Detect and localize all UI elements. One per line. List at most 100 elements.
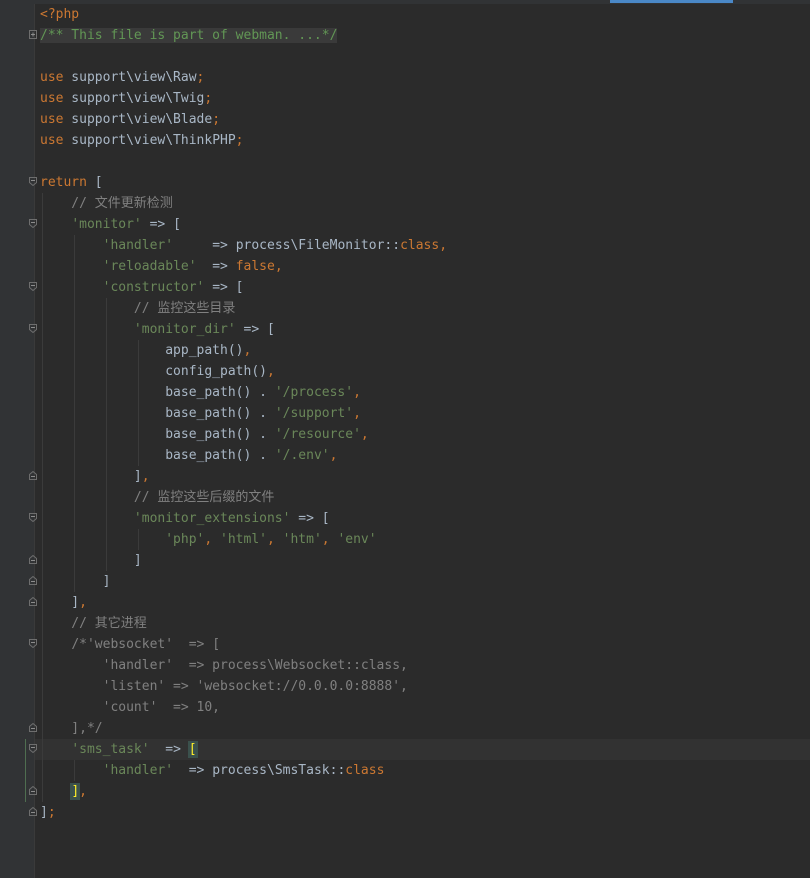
indent-guide (42, 382, 43, 403)
indent-guide (74, 382, 75, 403)
indent-guide (138, 382, 139, 403)
code-text: 'reloadable' => false, (102, 259, 283, 274)
indent-guide (74, 256, 75, 277)
indent-guide (106, 529, 107, 550)
code-text: base_path() . '/resource', (40, 427, 369, 442)
code-line[interactable]: return [ (0, 172, 810, 193)
code-text: ], (70, 783, 87, 800)
code-text: ], (40, 469, 150, 484)
code-line[interactable]: ], (0, 592, 810, 613)
indent-guide (74, 445, 75, 466)
fold-end-icon[interactable] (29, 555, 37, 564)
code-editor[interactable]: <?php /** This file is part of webman. .… (0, 0, 810, 878)
code-line[interactable]: ]; (0, 802, 810, 823)
fold-end-icon[interactable] (29, 807, 37, 816)
fold-collapse-icon[interactable] (29, 744, 37, 753)
code-line[interactable]: // 其它进程 (0, 613, 810, 634)
code-line[interactable]: ], (0, 466, 810, 487)
fold-end-icon[interactable] (29, 723, 37, 732)
code-line[interactable]: use support\view\ThinkPHP; (0, 130, 810, 151)
code-line[interactable]: 'php', 'html', 'htm', 'env' (0, 529, 810, 550)
indent-guide (74, 571, 75, 592)
code-line[interactable]: 'monitor_extensions' => [ (0, 508, 810, 529)
code-text: 'constructor' => [ (102, 280, 244, 295)
use-statement: use support\view\ThinkPHP; (40, 133, 244, 148)
indent-guide (42, 235, 43, 256)
fold-end-icon[interactable] (29, 786, 37, 795)
fold-end-icon[interactable] (29, 576, 37, 585)
indent-guide (42, 424, 43, 445)
code-line[interactable]: 'sms_task' => [ (0, 739, 810, 760)
code-line[interactable]: base_path() . '/.env', (0, 445, 810, 466)
fold-collapse-icon[interactable] (29, 324, 37, 333)
horizontal-scrollbar-thumb[interactable] (610, 0, 733, 3)
indent-guide (42, 277, 43, 298)
code-line[interactable]: use support\view\Twig; (0, 88, 810, 109)
code-line[interactable]: ],*/ (0, 718, 810, 739)
code-line[interactable]: base_path() . '/support', (0, 403, 810, 424)
code-text: return [ (40, 175, 103, 190)
indent-guide (42, 697, 43, 718)
use-statement: use support\view\Blade; (40, 112, 221, 127)
code-text: 'monitor' => [ (71, 217, 181, 232)
code-lines[interactable]: <?php /** This file is part of webman. .… (0, 4, 810, 823)
code-line[interactable]: ] (0, 550, 810, 571)
indent-guide (106, 382, 107, 403)
code-line[interactable]: /** This file is part of webman. ...*/ (0, 25, 810, 46)
fold-collapse-icon[interactable] (29, 219, 37, 228)
code-line[interactable] (0, 46, 810, 67)
code-text: ], (40, 595, 87, 610)
indent-guide (42, 781, 43, 802)
use-statement: use support\view\Twig; (40, 91, 213, 106)
indent-guide (42, 592, 43, 613)
code-text: base_path() . '/process', (40, 385, 361, 400)
code-line[interactable] (0, 151, 810, 172)
code-line[interactable]: 'count' => 10, (0, 697, 810, 718)
code-line[interactable]: 'handler' => process\SmsTask::class (0, 760, 810, 781)
php-open-tag: <?php (40, 7, 80, 22)
code-line[interactable]: /*'websocket' => [ (0, 634, 810, 655)
code-text: ] (40, 574, 111, 589)
code-line[interactable]: base_path() . '/resource', (0, 424, 810, 445)
fold-end-icon[interactable] (29, 471, 37, 480)
editor-empty-area[interactable] (35, 823, 810, 878)
indent-guide (74, 508, 75, 529)
bracket-match-open: [ (187, 741, 198, 758)
code-line[interactable]: ] (0, 571, 810, 592)
code-line[interactable]: 'handler' => process\FileMonitor::class, (0, 235, 810, 256)
indent-guide (42, 550, 43, 571)
code-line[interactable]: base_path() . '/process', (0, 382, 810, 403)
fold-end-icon[interactable] (29, 597, 37, 606)
indent-guide (74, 277, 75, 298)
fold-expand-icon[interactable] (29, 30, 37, 39)
code-line[interactable]: 'monitor_dir' => [ (0, 319, 810, 340)
fold-collapse-icon[interactable] (29, 513, 37, 522)
code-line[interactable]: // 监控这些后缀的文件 (0, 487, 810, 508)
code-text: // 文件更新检测 (40, 196, 173, 211)
code-line[interactable]: // 监控这些目录 (0, 298, 810, 319)
code-line[interactable]: <?php (0, 4, 810, 25)
code-line[interactable]: config_path(), (0, 361, 810, 382)
fold-collapse-icon[interactable] (29, 282, 37, 291)
code-line[interactable]: 'listen' => 'websocket://0.0.0.0:8888', (0, 676, 810, 697)
code-line[interactable]: app_path(), (0, 340, 810, 361)
code-line[interactable]: 'constructor' => [ (0, 277, 810, 298)
code-line[interactable]: use support\view\Raw; (0, 67, 810, 88)
code-line[interactable]: use support\view\Blade; (0, 109, 810, 130)
fold-collapse-icon[interactable] (29, 177, 37, 186)
indent-guide (42, 718, 43, 739)
bracket-match-close: ] (70, 783, 81, 800)
code-text: 'handler' => process\Websocket::class, (40, 658, 408, 673)
code-text: 'sms_task' => [ (71, 741, 198, 758)
code-line[interactable]: ], (0, 781, 810, 802)
code-line[interactable]: // 文件更新检测 (0, 193, 810, 214)
code-text: ],*/ (40, 721, 103, 736)
code-line[interactable]: 'monitor' => [ (0, 214, 810, 235)
code-text: 'handler' => process\SmsTask::class (102, 763, 385, 778)
fold-collapse-icon[interactable] (29, 639, 37, 648)
code-line[interactable]: 'handler' => process\Websocket::class, (0, 655, 810, 676)
doc-comment-folded[interactable]: /** This file is part of webman. ...*/ (40, 28, 338, 43)
indent-guide (74, 235, 75, 256)
code-line[interactable]: 'reloadable' => false, (0, 256, 810, 277)
indent-guide (138, 340, 139, 361)
